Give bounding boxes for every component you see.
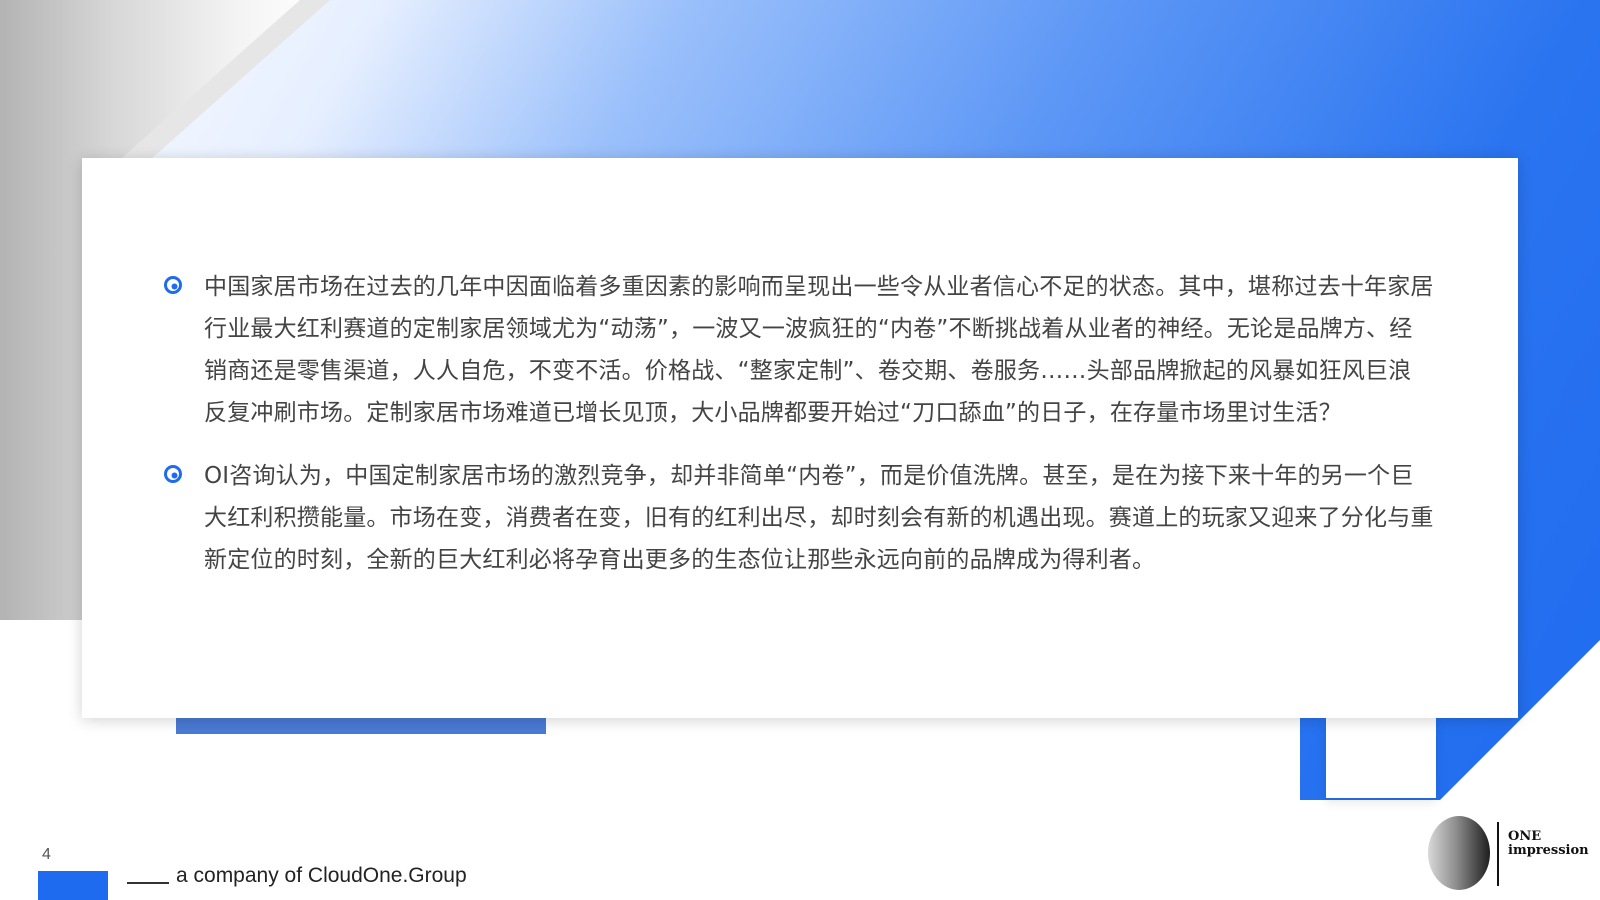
one-impression-logo-icon <box>1428 816 1490 890</box>
circle-bullet-icon <box>164 465 182 483</box>
logo-text: ONE impression <box>1508 830 1589 858</box>
logo-line-one: ONE <box>1508 829 1542 844</box>
logo-divider <box>1497 822 1499 886</box>
footer-company-text: a company of CloudOne.Group <box>176 864 467 887</box>
logo-line-two: impression <box>1508 843 1589 858</box>
card-fold-panel <box>1326 718 1436 798</box>
paragraph-2: OI咨询认为，中国定制家居市场的激烈竞争，却并非简单“内卷”，而是价值洗牌。甚至… <box>204 463 1434 573</box>
circle-bullet-icon <box>164 276 182 294</box>
card-accent-bar <box>176 716 546 734</box>
page-number: 4 <box>42 846 51 863</box>
footer-divider <box>127 882 169 884</box>
paragraph-1: 中国家居市场在过去的几年中因面临着多重因素的影响而呈现出一些令从业者信心不足的状… <box>204 274 1434 426</box>
content-card <box>82 158 1518 718</box>
page-number-block <box>38 871 108 900</box>
